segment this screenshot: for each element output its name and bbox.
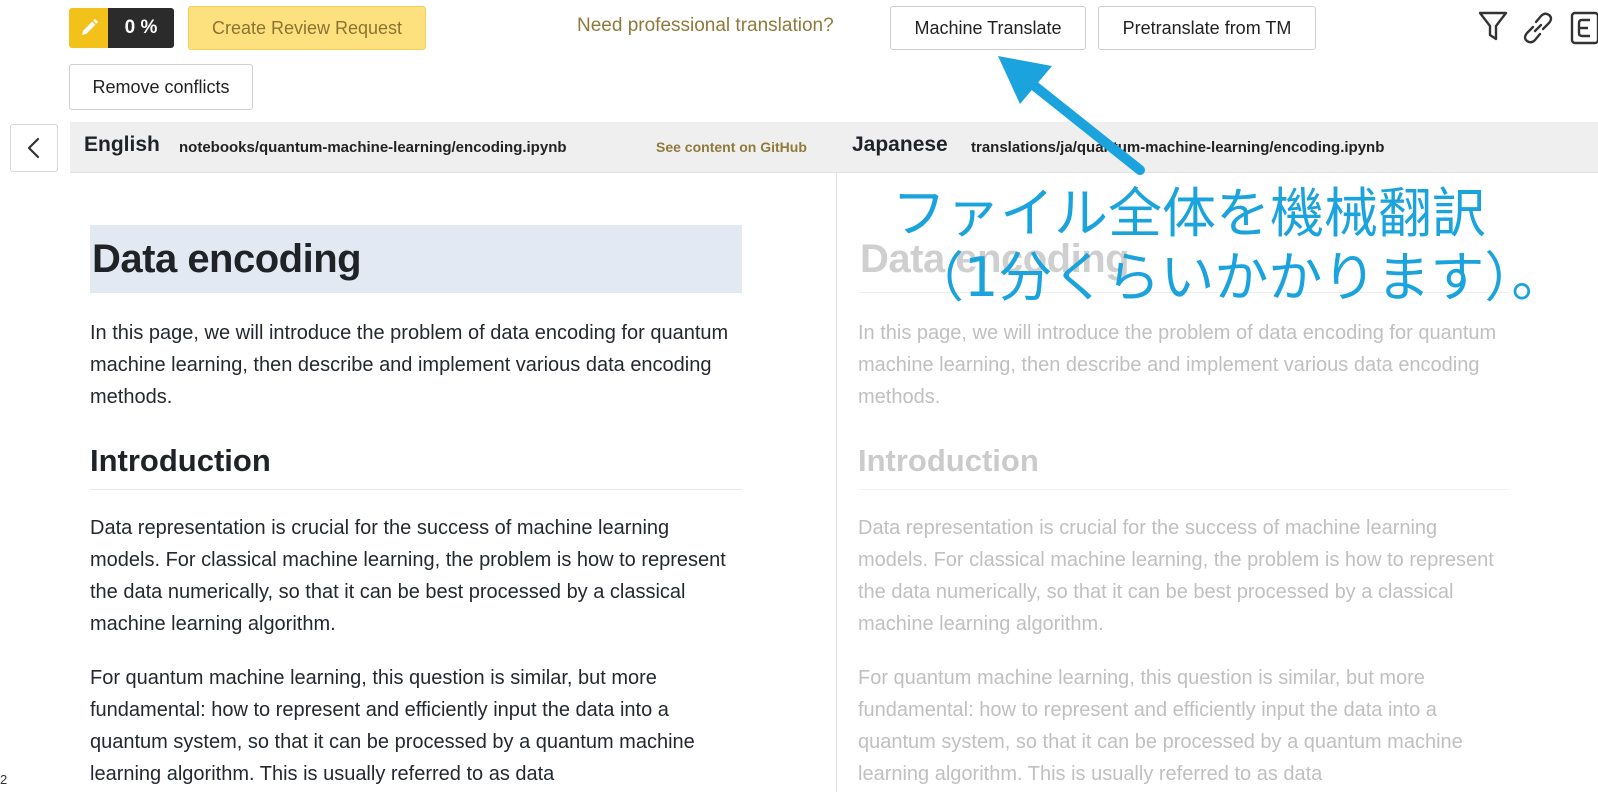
annotation-arrow <box>998 56 1145 175</box>
annotation-text: ファイル全体を機械翻訳 （1分くらいかかります）。 <box>880 182 1598 310</box>
annotation-line: ファイル全体を機械翻訳 <box>892 182 1486 245</box>
translation-editor: 0 % Create Review Request Need professio… <box>0 0 1598 792</box>
annotation-line: （1分くらいかかります）。 <box>910 246 1566 309</box>
